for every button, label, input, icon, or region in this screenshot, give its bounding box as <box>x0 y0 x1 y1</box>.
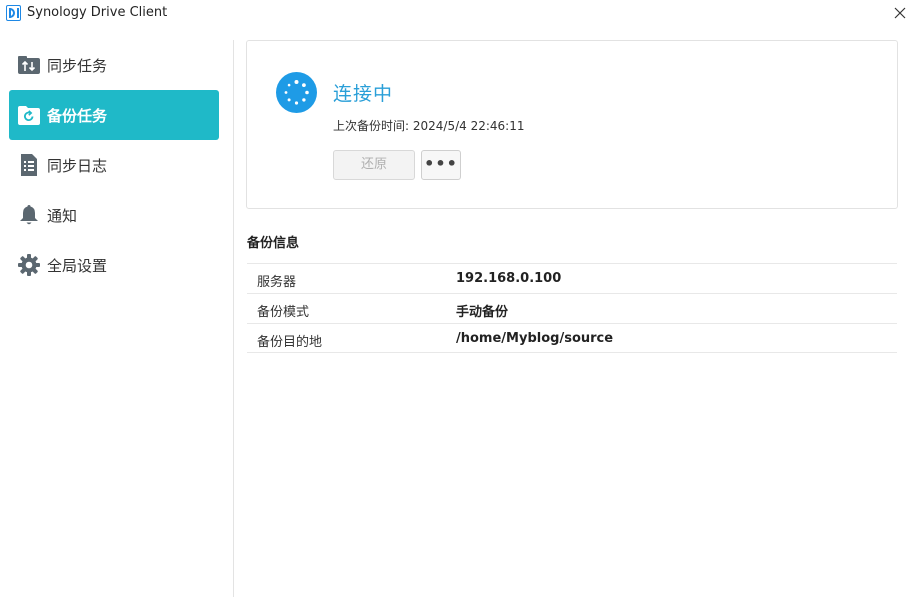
info-key: 备份模式 <box>257 305 310 320</box>
close-icon <box>894 7 906 19</box>
info-value: /home/Myblog/source <box>456 331 614 346</box>
info-key: 服务器 <box>257 275 297 290</box>
sidebar-item-notifications[interactable]: 通知 <box>9 190 219 240</box>
table-row: 备份模式 手动备份 <box>247 293 897 323</box>
sidebar-item-label: 同步日志 <box>47 157 108 175</box>
restore-button[interactable]: 还原 <box>333 150 415 180</box>
more-options-button[interactable]: ••• <box>421 150 461 180</box>
sync-arrows-icon <box>18 54 40 76</box>
table-row: 服务器 192.168.0.100 <box>247 263 897 293</box>
backup-info-table: 服务器 192.168.0.100 备份模式 手动备份 备份目的地 /home/… <box>247 263 897 353</box>
window-title: Synology Drive Client <box>27 5 168 20</box>
info-key: 备份目的地 <box>257 335 323 350</box>
backup-status-card: 连接中 上次备份时间: 2024/5/4 22:46:11 还原 ••• <box>246 40 898 209</box>
loading-spinner-icon <box>276 72 317 113</box>
sidebar-item-label: 备份任务 <box>47 107 108 125</box>
info-value: 手动备份 <box>456 305 509 320</box>
gear-icon <box>18 254 40 276</box>
table-row: 备份目的地 /home/Myblog/source <box>247 323 897 353</box>
sidebar-item-global-settings[interactable]: 全局设置 <box>9 240 219 290</box>
close-button[interactable] <box>888 0 912 26</box>
sidebar-item-sync-log[interactable]: 同步日志 <box>9 140 219 190</box>
synology-drive-logo-icon <box>6 5 21 21</box>
sidebar-item-label: 同步任务 <box>47 57 108 75</box>
backup-info-title: 备份信息 <box>247 236 300 251</box>
sidebar-item-label: 通知 <box>47 207 78 225</box>
status-title: 连接中 <box>333 83 394 105</box>
sidebar-item-backup-tasks[interactable]: 备份任务 <box>9 90 219 140</box>
bell-icon <box>18 204 40 226</box>
title-bar: Synology Drive Client <box>0 0 912 28</box>
sidebar-divider <box>233 40 234 597</box>
last-backup-time: 上次备份时间: 2024/5/4 22:46:11 <box>333 119 525 133</box>
sidebar-item-sync-tasks[interactable]: 同步任务 <box>9 40 219 90</box>
log-document-icon <box>18 154 40 176</box>
sidebar: 同步任务 备份任务 同步日志 通知 全局设置 <box>0 38 230 597</box>
info-value: 192.168.0.100 <box>456 271 562 286</box>
backup-folder-icon <box>18 104 40 126</box>
sidebar-item-label: 全局设置 <box>47 257 108 275</box>
